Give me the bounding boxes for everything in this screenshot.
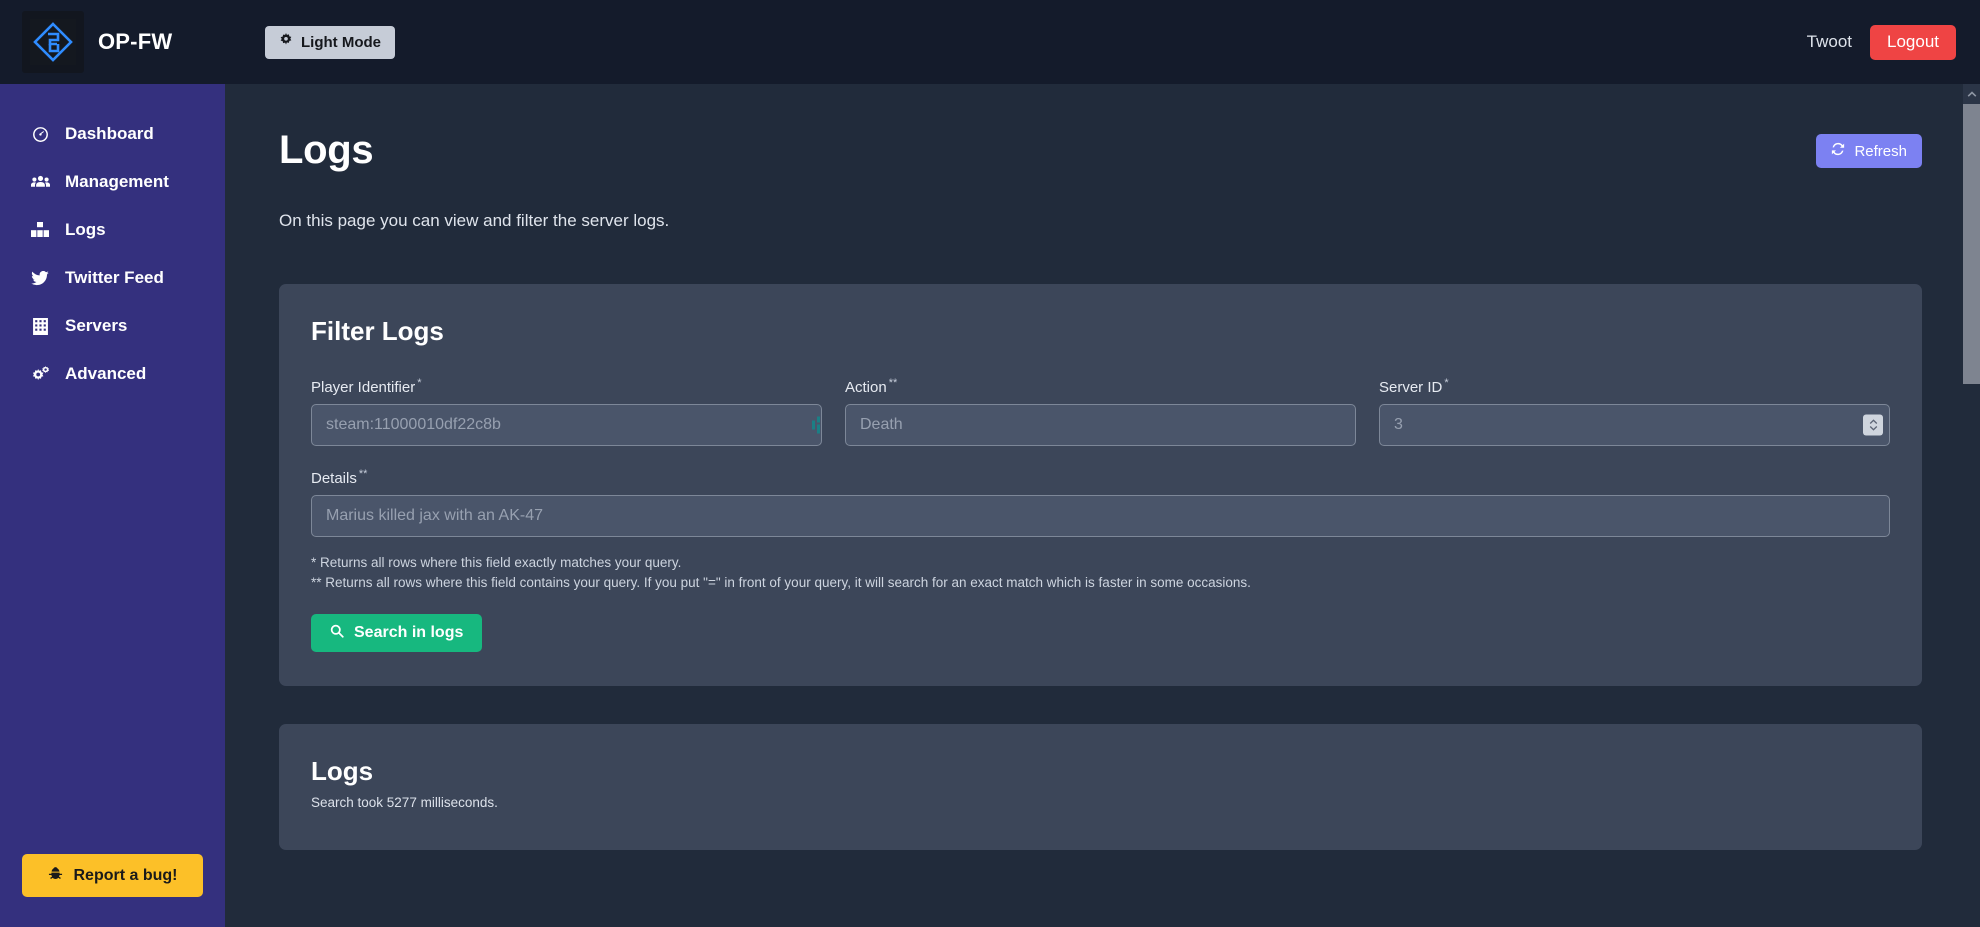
sidebar-item-label: Twitter Feed xyxy=(65,268,164,287)
twitter-bird-icon xyxy=(30,270,50,286)
sidebar-item-logs[interactable]: Logs xyxy=(0,206,225,254)
player-identifier-input-wrap xyxy=(311,404,822,446)
refresh-icon xyxy=(1831,142,1845,160)
logs-results-card: Logs Search took 5277 milliseconds. xyxy=(279,724,1922,851)
search-in-logs-button[interactable]: Search in logs xyxy=(311,614,483,653)
top-bar-right: Twoot Logout xyxy=(1807,24,1980,60)
logs-results-title: Logs xyxy=(311,756,374,787)
main-inner: Logs Refresh On this page you can view a… xyxy=(225,84,1980,851)
report-a-bug-button[interactable]: Report a bug! xyxy=(22,854,203,897)
chevron-up-icon[interactable] xyxy=(1963,84,1980,104)
servers-grid-icon xyxy=(30,317,50,335)
vertical-scrollbar[interactable] xyxy=(1963,84,1980,927)
report-a-bug-label: Report a bug! xyxy=(73,866,178,884)
refresh-button[interactable]: Refresh xyxy=(1816,134,1922,168)
details-label: Details ** xyxy=(311,468,368,487)
field-player-identifier: Player Identifier * xyxy=(311,377,822,446)
body-row: Dashboard Management Logs Twitter Feed S… xyxy=(0,84,1980,927)
top-bar: OP-FW Light Mode Twoot Logout xyxy=(0,0,1980,84)
field-action: Action ** xyxy=(845,377,1356,446)
sidebar-item-label: Logs xyxy=(65,220,106,239)
number-stepper-icon[interactable] xyxy=(1863,414,1883,436)
dashboard-gauge-icon xyxy=(30,126,50,143)
sidebar-item-label: Advanced xyxy=(65,364,147,383)
field-server-id: Server ID * xyxy=(1379,377,1890,446)
logout-button[interactable]: Logout xyxy=(1870,24,1956,60)
sidebar-item-advanced[interactable]: Advanced xyxy=(0,350,225,398)
page-header: Logs Refresh xyxy=(279,128,1922,173)
filter-notes: * Returns all rows where this field exac… xyxy=(311,553,1890,592)
server-id-label: Server ID * xyxy=(1379,377,1449,396)
details-input[interactable] xyxy=(311,495,1890,537)
details-input-wrap xyxy=(311,495,1890,537)
note-single-asterisk: * Returns all rows where this field exac… xyxy=(311,555,682,570)
sidebar: Dashboard Management Logs Twitter Feed S… xyxy=(0,84,225,927)
action-label: Action ** xyxy=(845,377,898,396)
server-id-input[interactable] xyxy=(1379,404,1890,446)
sidebar-item-dashboard[interactable]: Dashboard xyxy=(0,110,225,158)
op-fw-diamond-logo xyxy=(22,11,84,73)
light-mode-toggle-button[interactable]: Light Mode xyxy=(265,25,395,59)
player-identifier-input[interactable] xyxy=(311,404,822,446)
gear-icon xyxy=(279,33,293,51)
bug-icon xyxy=(48,866,63,886)
app-root: OP-FW Light Mode Twoot Logout Dashboard … xyxy=(0,0,1980,927)
scrollbar-thumb[interactable] xyxy=(1963,104,1980,384)
field-details: Details ** xyxy=(311,468,1890,537)
brand-name: OP-FW xyxy=(98,29,173,54)
sidebar-item-label: Servers xyxy=(65,316,128,335)
filter-fields-row: Player Identifier * steam:11000010df22c8… xyxy=(311,377,1890,446)
sidebar-item-servers[interactable]: Servers xyxy=(0,302,225,350)
filter-logs-card: Filter Logs Player Identifier * steam:11… xyxy=(279,284,1922,687)
search-in-logs-label: Search in logs xyxy=(354,624,464,642)
gears-icon xyxy=(30,365,50,383)
action-input[interactable] xyxy=(845,404,1356,446)
search-icon xyxy=(330,624,344,643)
refresh-label: Refresh xyxy=(1854,142,1907,160)
server-id-input-wrap xyxy=(1379,404,1890,446)
logs-search-duration: Search took 5277 milliseconds. xyxy=(311,795,498,811)
action-input-wrap xyxy=(845,404,1356,446)
filter-logs-title: Filter Logs xyxy=(311,316,444,346)
player-identifier-label: Player Identifier * xyxy=(311,377,422,396)
sidebar-item-management[interactable]: Management xyxy=(0,158,225,206)
current-user-name[interactable]: Twoot xyxy=(1807,32,1852,52)
sidebar-item-label: Dashboard xyxy=(65,124,154,143)
page-description: On this page you can view and filter the… xyxy=(279,211,670,230)
users-group-icon xyxy=(30,174,50,190)
light-mode-label: Light Mode xyxy=(301,33,381,51)
brand[interactable]: OP-FW xyxy=(0,11,225,73)
sidebar-item-label: Management xyxy=(65,172,169,191)
page-title: Logs xyxy=(279,128,374,172)
main-content: Logs Refresh On this page you can view a… xyxy=(225,84,1980,927)
note-double-asterisk: ** Returns all rows where this field con… xyxy=(311,574,1251,590)
sidebar-item-twitter-feed[interactable]: Twitter Feed xyxy=(0,254,225,302)
logs-bars-icon xyxy=(30,222,50,238)
